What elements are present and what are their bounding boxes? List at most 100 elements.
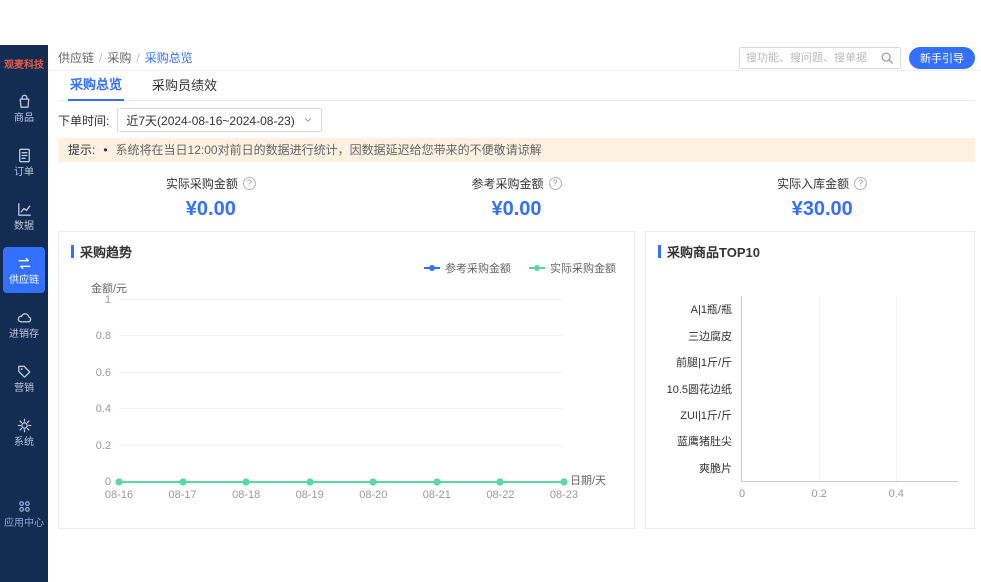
y-tick-label: 0.8 bbox=[96, 330, 111, 342]
goods-icon bbox=[15, 92, 34, 111]
y-tick-label: 1 bbox=[105, 294, 111, 306]
order-icon bbox=[15, 146, 34, 165]
filter-row: 下单时间: 近7天(2024-08-16~2024-08-23) bbox=[58, 101, 975, 138]
category-label: A|1瓶/瓶 bbox=[691, 301, 732, 317]
guide-button[interactable]: 新手引导 bbox=[909, 47, 975, 69]
date-range-value: 近7天(2024-08-16~2024-08-23) bbox=[126, 112, 294, 129]
purchase-trend-panel: 采购趋势 参考采购金额实际采购金额 金额/元 日期/天 00.20.40.60.… bbox=[58, 231, 635, 529]
data-point bbox=[497, 479, 504, 486]
sidebar-item-inventory[interactable]: 进销存 bbox=[3, 301, 45, 347]
panel-title-text: 采购趋势 bbox=[80, 242, 132, 261]
gridline bbox=[819, 296, 820, 481]
category-label: 三边腐皮 bbox=[688, 328, 732, 344]
panel-title: 采购趋势 bbox=[71, 242, 132, 261]
help-icon[interactable]: ? bbox=[549, 177, 562, 190]
category-label: 蓝鹰猪肚尖 bbox=[677, 433, 732, 449]
legend-item[interactable]: 参考采购金额 bbox=[424, 260, 511, 276]
x-tick-label: 08-20 bbox=[359, 489, 387, 501]
sidebar-item-orders[interactable]: 订单 bbox=[3, 139, 45, 185]
data-point bbox=[179, 479, 186, 486]
tag-icon bbox=[15, 362, 34, 381]
sidebar-item-app-center[interactable]: 应用中心 bbox=[3, 490, 45, 536]
help-icon[interactable]: ? bbox=[243, 177, 256, 190]
x-tick-label: 08-21 bbox=[423, 489, 451, 501]
x-tick-label: 08-23 bbox=[550, 489, 578, 501]
trend-plot: 日期/天 00.20.40.60.8108-1608-1708-1808-190… bbox=[119, 300, 564, 482]
y-tick-label: 0.6 bbox=[96, 367, 111, 379]
sidebar-item-label: 数据 bbox=[14, 222, 34, 232]
notice-text: 系统将在当日12:00对前日的数据进行统计，因数据延迟给您带来的不便敬请谅解 bbox=[116, 143, 542, 157]
sidebar-item-label: 商品 bbox=[14, 114, 34, 124]
legend-item[interactable]: 实际采购金额 bbox=[529, 260, 616, 276]
date-range-select[interactable]: 近7天(2024-08-16~2024-08-23) bbox=[117, 108, 321, 132]
order-time-label: 下单时间: bbox=[58, 112, 109, 129]
panel-title: 采购商品TOP10 bbox=[658, 242, 760, 261]
stat-label: 实际入库金额 bbox=[777, 175, 849, 192]
gear-icon bbox=[15, 416, 34, 435]
search-input[interactable] bbox=[746, 52, 880, 64]
data-point bbox=[370, 479, 377, 486]
search-icon[interactable] bbox=[880, 51, 894, 65]
sidebar-item-label: 供应链 bbox=[9, 276, 39, 286]
x-axis-name: 日期/天 bbox=[570, 472, 606, 488]
stat-actual-purchase-amount: 实际采购金额? ¥0.00 bbox=[58, 175, 364, 221]
stat-label: 参考采购金额 bbox=[472, 175, 544, 192]
x-tick-label: 08-18 bbox=[232, 489, 260, 501]
stat-value: ¥30.00 bbox=[669, 198, 975, 221]
app-grid-icon bbox=[15, 497, 34, 516]
topbar: 供应链 / 采购 / 采购总览 新手引导 bbox=[48, 45, 981, 71]
sidebar-item-label: 应用中心 bbox=[4, 519, 44, 529]
data-point bbox=[433, 479, 440, 486]
breadcrumb-separator: / bbox=[136, 51, 139, 65]
x-tick-label: 08-22 bbox=[486, 489, 514, 501]
help-icon[interactable]: ? bbox=[854, 177, 867, 190]
category-label: 爽脆片 bbox=[699, 460, 732, 476]
cloud-icon bbox=[15, 308, 34, 327]
data-point bbox=[306, 479, 313, 486]
sidebar-item-label: 订单 bbox=[14, 168, 34, 178]
sidebar-item-label: 营销 bbox=[14, 384, 34, 394]
data-point bbox=[243, 479, 250, 486]
tab-purchase-overview[interactable]: 采购总览 bbox=[68, 68, 124, 101]
stat-value: ¥0.00 bbox=[364, 198, 670, 221]
chevron-down-icon bbox=[303, 115, 313, 125]
category-label: ZUI|1斤/斤 bbox=[680, 407, 732, 423]
x-tick-label: 08-19 bbox=[296, 489, 324, 501]
y-tick-label: 0.2 bbox=[96, 440, 111, 452]
gridline bbox=[896, 296, 897, 481]
sidebar-item-system[interactable]: 系统 bbox=[3, 409, 45, 455]
sidebar-item-supply-chain[interactable]: 供应链 bbox=[3, 247, 45, 293]
series-line bbox=[119, 300, 564, 482]
sidebar-item-data[interactable]: 数据 bbox=[3, 193, 45, 239]
sidebar-item-goods[interactable]: 商品 bbox=[3, 85, 45, 131]
x-tick-label: 08-17 bbox=[168, 489, 196, 501]
chart-legend: 参考采购金额 实际采购金额 bbox=[424, 260, 616, 276]
stat-actual-inbound-amount: 实际入库金额? ¥30.00 bbox=[669, 175, 975, 221]
breadcrumb-current: 采购总览 bbox=[145, 49, 193, 66]
logo[interactable]: 观麦科技 bbox=[0, 45, 48, 81]
legend-marker bbox=[529, 267, 545, 269]
stat-label: 实际采购金额 bbox=[166, 175, 238, 192]
y-tick-label: 0.4 bbox=[96, 403, 111, 415]
main-area: 供应链 / 采购 / 采购总览 新手引导 采购总览 采购员绩效 bbox=[48, 45, 981, 582]
data-point bbox=[561, 479, 568, 486]
legend-label: 实际采购金额 bbox=[550, 260, 616, 276]
breadcrumb-purchase[interactable]: 采购 bbox=[107, 49, 131, 66]
tab-purchaser-performance[interactable]: 采购员绩效 bbox=[150, 69, 219, 100]
category-label: 前腿|1斤/斤 bbox=[676, 354, 732, 370]
tabs: 采购总览 采购员绩效 bbox=[58, 71, 975, 101]
x-tick-label: 0 bbox=[739, 488, 745, 500]
y-tick-label: 0 bbox=[105, 476, 111, 488]
sidebar-item-marketing[interactable]: 营销 bbox=[3, 355, 45, 401]
notice-bullet: • bbox=[103, 143, 107, 157]
x-tick-label: 0.2 bbox=[811, 488, 826, 500]
app-window: 观麦科技 商品 订单 数据 供应链 bbox=[0, 45, 981, 582]
breadcrumb-supply-chain[interactable]: 供应链 bbox=[58, 49, 94, 66]
sidebar-item-label: 系统 bbox=[14, 438, 34, 448]
title-accent-bar bbox=[71, 245, 74, 258]
x-tick-label: 0.4 bbox=[889, 488, 904, 500]
legend-label: 参考采购金额 bbox=[445, 260, 511, 276]
category-label: 10.5圆花边纸 bbox=[667, 381, 732, 397]
x-tick-label: 08-16 bbox=[105, 489, 133, 501]
search-box[interactable] bbox=[739, 47, 901, 69]
